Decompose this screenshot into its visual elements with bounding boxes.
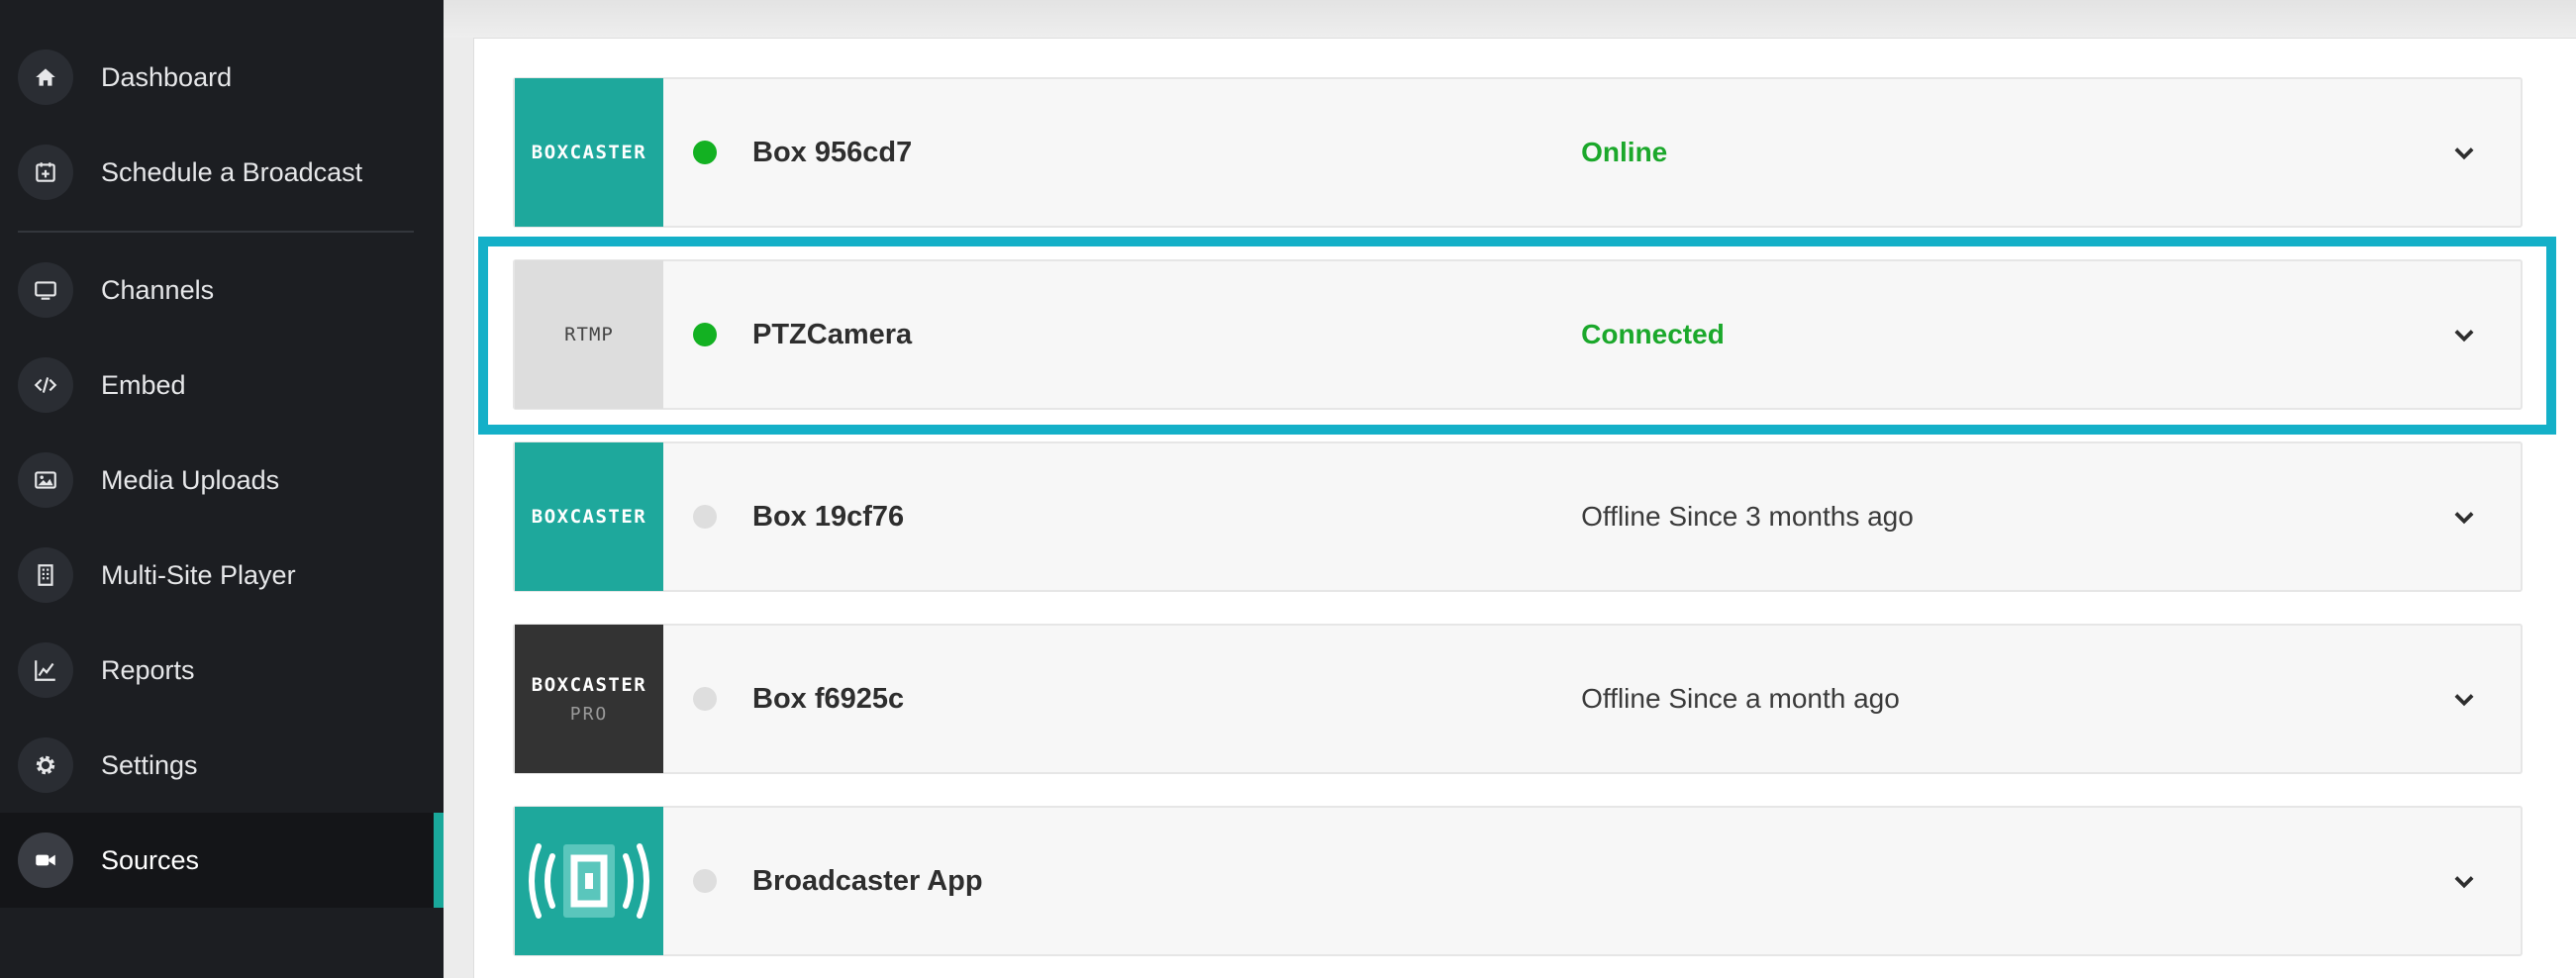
sidebar-item-label: Media Uploads [101,464,280,495]
source-name: Box 956cd7 [752,136,913,168]
sidebar-item-label: Reports [101,654,195,685]
image-icon [18,452,73,508]
sidebar-item-label: Embed [101,369,186,400]
sidebar-item-sources[interactable]: Sources [0,813,444,908]
calendar-plus-icon [18,145,73,200]
sidebar-item-label: Schedule a Broadcast [101,156,363,187]
status-dot [693,687,717,711]
source-status: Connected [1581,319,1725,349]
code-icon [18,357,73,413]
sidebar-item-media-uploads[interactable]: Media Uploads [0,433,444,528]
source-row[interactable]: BOXCASTER Box 956cd7 Online [513,77,2523,228]
source-type-sublabel: PRO [569,703,609,725]
sidebar: Dashboard Schedule a Broadcast Channels … [0,0,444,978]
sidebar-item-embed[interactable]: Embed [0,338,444,433]
status-dot [693,869,717,893]
line-chart-icon [18,642,73,698]
chevron-down-icon[interactable] [2449,502,2479,532]
chevron-down-icon[interactable] [2449,138,2479,167]
sidebar-item-label: Dashboard [101,61,233,92]
sidebar-divider [18,231,414,233]
broadcaster-app-icon [529,843,649,919]
source-name: Box f6925c [752,682,905,715]
building-icon [18,547,73,603]
active-indicator [434,813,444,908]
source-type-label: BOXCASTER [531,506,647,528]
status-dot [693,141,717,164]
source-row[interactable]: RTMP PTZCamera Connected [513,259,2523,410]
source-name: Box 19cf76 [752,500,905,533]
gear-icon [18,737,73,793]
chevron-down-icon[interactable] [2449,320,2479,349]
sidebar-item-multi-site-player[interactable]: Multi-Site Player [0,528,444,623]
source-type-label: BOXCASTER [531,673,647,696]
sidebar-item-label: Sources [101,844,200,875]
source-row[interactable]: Broadcaster App [513,806,2523,956]
sidebar-item-schedule-broadcast[interactable]: Schedule a Broadcast [0,125,444,220]
source-thumbnail: BOXCASTER [515,442,663,591]
source-name: PTZCamera [752,318,913,350]
source-type-label: RTMP [564,324,614,345]
sidebar-item-reports[interactable]: Reports [0,623,444,718]
monitor-icon [18,262,73,318]
source-row[interactable]: BOXCASTER Box 19cf76 Offline Since 3 mon… [513,441,2523,592]
sidebar-item-settings[interactable]: Settings [0,718,444,813]
source-thumbnail: RTMP [515,260,663,409]
source-row[interactable]: BOXCASTER PRO Box f6925c Offline Since a… [513,624,2523,774]
source-status: Online [1581,137,1668,167]
source-thumbnail: BOXCASTER [515,78,663,227]
source-thumbnail: BOXCASTER PRO [515,625,663,773]
home-icon [18,49,73,105]
sidebar-item-label: Multi-Site Player [101,559,296,590]
source-thumbnail [515,807,663,955]
sidebar-item-dashboard[interactable]: Dashboard [0,30,444,125]
chevron-down-icon[interactable] [2449,684,2479,714]
source-status: Offline Since 3 months ago [1581,501,1914,532]
top-bar [444,0,2576,38]
status-dot [693,505,717,529]
source-name: Broadcaster App [752,864,983,897]
chevron-down-icon[interactable] [2449,866,2479,896]
source-type-label: BOXCASTER [531,142,647,163]
video-camera-icon [18,832,73,888]
status-dot [693,323,717,346]
sidebar-item-channels[interactable]: Channels [0,243,444,338]
sidebar-item-label: Settings [101,749,198,780]
source-status: Offline Since a month ago [1581,683,1900,714]
sidebar-item-label: Channels [101,274,215,305]
